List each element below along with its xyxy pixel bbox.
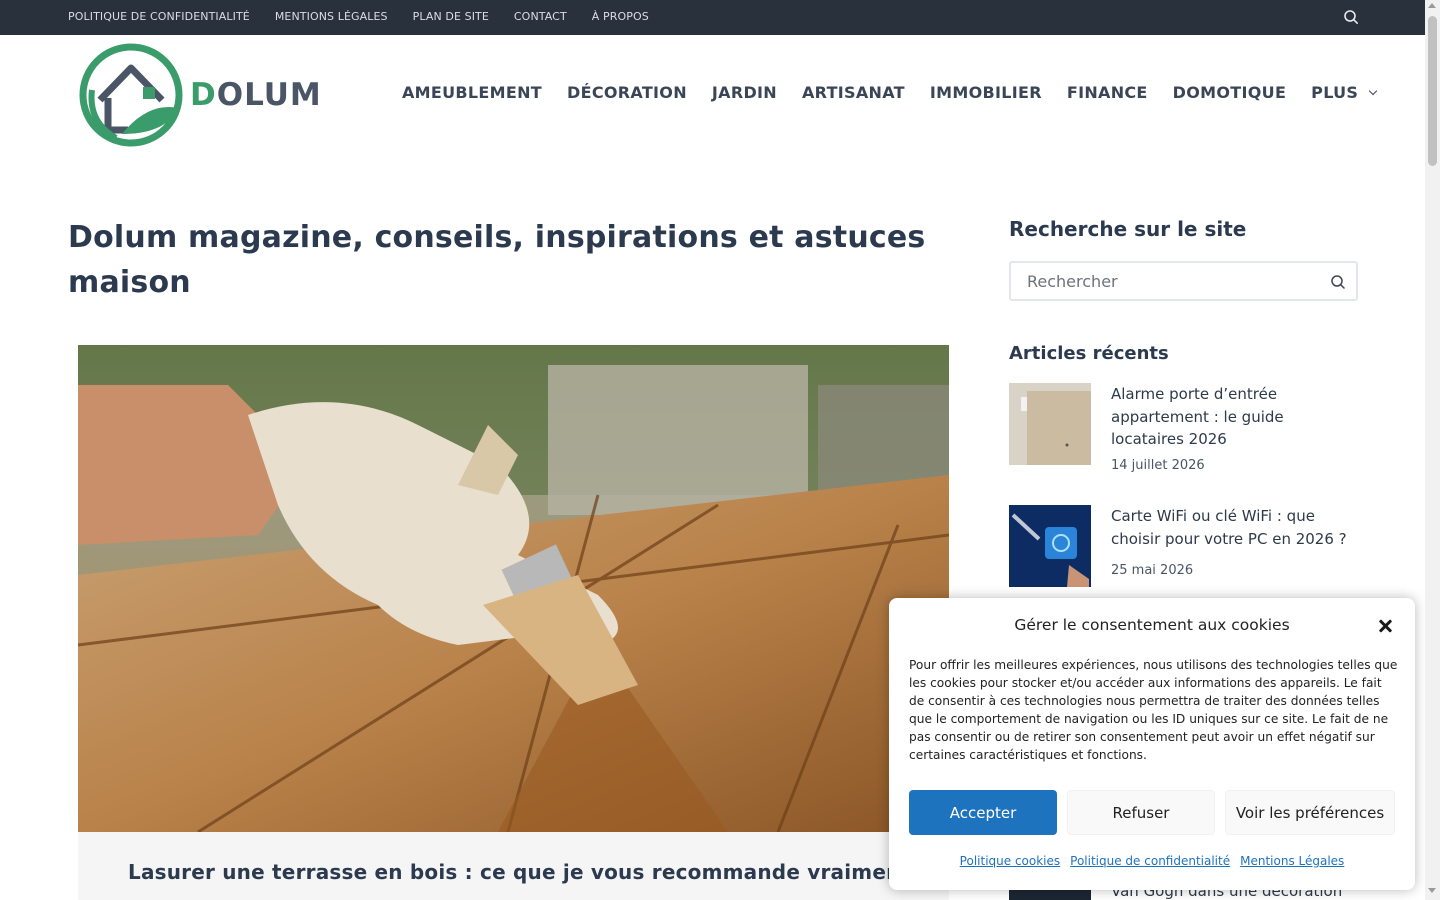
- recent-article-title[interactable]: Carte WiFi ou clé WiFi : que choisir pou…: [1111, 505, 1356, 550]
- recent-article-date: 14 juillet 2026: [1111, 458, 1205, 473]
- view-preferences-button[interactable]: Voir les préférences: [1225, 790, 1395, 835]
- legal-notice-link[interactable]: Mentions Légales: [1240, 854, 1344, 868]
- chevron-down-icon: [1369, 86, 1378, 95]
- refuse-button[interactable]: Refuser: [1067, 790, 1215, 835]
- recent-articles-title: Articles récents: [1009, 343, 1169, 364]
- nav-decoration[interactable]: DÉCORATION: [567, 83, 687, 102]
- top-bar: POLITIQUE DE CONFIDENTIALITÉ MENTIONS LÉ…: [0, 0, 1425, 35]
- deck-staining-photo: [78, 345, 949, 832]
- recent-article-title[interactable]: Alarme porte d’entrée appartement : le g…: [1111, 383, 1356, 451]
- top-link-privacy[interactable]: POLITIQUE DE CONFIDENTIALITÉ: [68, 10, 250, 23]
- logo-house-icon: [79, 43, 183, 147]
- main-nav: AMEUBLEMENT DÉCORATION JARDIN ARTISANAT …: [402, 83, 1378, 102]
- door-alarm-photo: [1009, 383, 1091, 465]
- search-icon[interactable]: [1343, 9, 1359, 25]
- scrollbar-thumb[interactable]: [1428, 16, 1437, 166]
- scroll-down-arrow-icon[interactable]: [1428, 888, 1436, 893]
- cookie-links: Politique cookies Politique de confident…: [889, 854, 1415, 868]
- cookie-policy-link[interactable]: Politique cookies: [960, 854, 1060, 868]
- nav-plus-label: PLUS: [1311, 83, 1359, 102]
- search-icon[interactable]: [1330, 274, 1346, 290]
- close-icon[interactable]: [1375, 616, 1395, 636]
- cookie-consent-dialog: Gérer le consentement aux cookies Pour o…: [889, 598, 1415, 890]
- nav-immobilier[interactable]: IMMOBILIER: [930, 83, 1042, 102]
- sidebar-search-title: Recherche sur le site: [1009, 217, 1247, 241]
- top-link-sitemap[interactable]: PLAN DE SITE: [413, 10, 489, 23]
- nav-ameublement[interactable]: AMEUBLEMENT: [402, 83, 542, 102]
- wifi-card-photo: [1009, 505, 1091, 587]
- recent-article-thumbnail[interactable]: [1009, 383, 1091, 465]
- scrollbar[interactable]: [1425, 0, 1440, 900]
- cookie-dialog-title: Gérer le consentement aux cookies: [1014, 616, 1290, 634]
- recent-article-date: 25 mai 2026: [1111, 563, 1194, 578]
- site-logo[interactable]: DOLUM: [78, 42, 321, 148]
- page: POLITIQUE DE CONFIDENTIALITÉ MENTIONS LÉ…: [0, 0, 1440, 900]
- nav-finance[interactable]: FINANCE: [1067, 83, 1148, 102]
- privacy-policy-link[interactable]: Politique de confidentialité: [1070, 854, 1230, 868]
- logo-text-rest: OLUM: [216, 77, 322, 113]
- top-link-contact[interactable]: CONTACT: [514, 10, 567, 23]
- sidebar-search-box: [1009, 261, 1358, 301]
- accept-button[interactable]: Accepter: [909, 790, 1057, 835]
- featured-post-title[interactable]: Lasurer une terrasse en bois : ce que je…: [128, 860, 910, 884]
- nav-artisanat[interactable]: ARTISANAT: [802, 83, 905, 102]
- nav-plus[interactable]: PLUS: [1311, 83, 1378, 102]
- cookie-dialog-text: Pour offrir les meilleures expériences, …: [909, 658, 1398, 762]
- logo-text-d: D: [190, 77, 217, 113]
- page-title: Dolum magazine, conseils, inspirations e…: [68, 220, 926, 300]
- top-link-about[interactable]: À PROPOS: [592, 10, 649, 23]
- search-input[interactable]: [1011, 263, 1311, 299]
- top-links: POLITIQUE DE CONFIDENTIALITÉ MENTIONS LÉ…: [68, 0, 674, 33]
- nav-domotique[interactable]: DOMOTIQUE: [1173, 83, 1287, 102]
- nav-jardin[interactable]: JARDIN: [712, 83, 777, 102]
- featured-post-card[interactable]: Lasurer une terrasse en bois : ce que je…: [78, 345, 949, 900]
- scroll-up-arrow-icon[interactable]: [1428, 3, 1436, 8]
- recent-article-thumbnail[interactable]: [1009, 505, 1091, 587]
- top-link-legal[interactable]: MENTIONS LÉGALES: [275, 10, 388, 23]
- logo-text: DOLUM: [190, 77, 322, 113]
- featured-post-image[interactable]: [78, 345, 949, 832]
